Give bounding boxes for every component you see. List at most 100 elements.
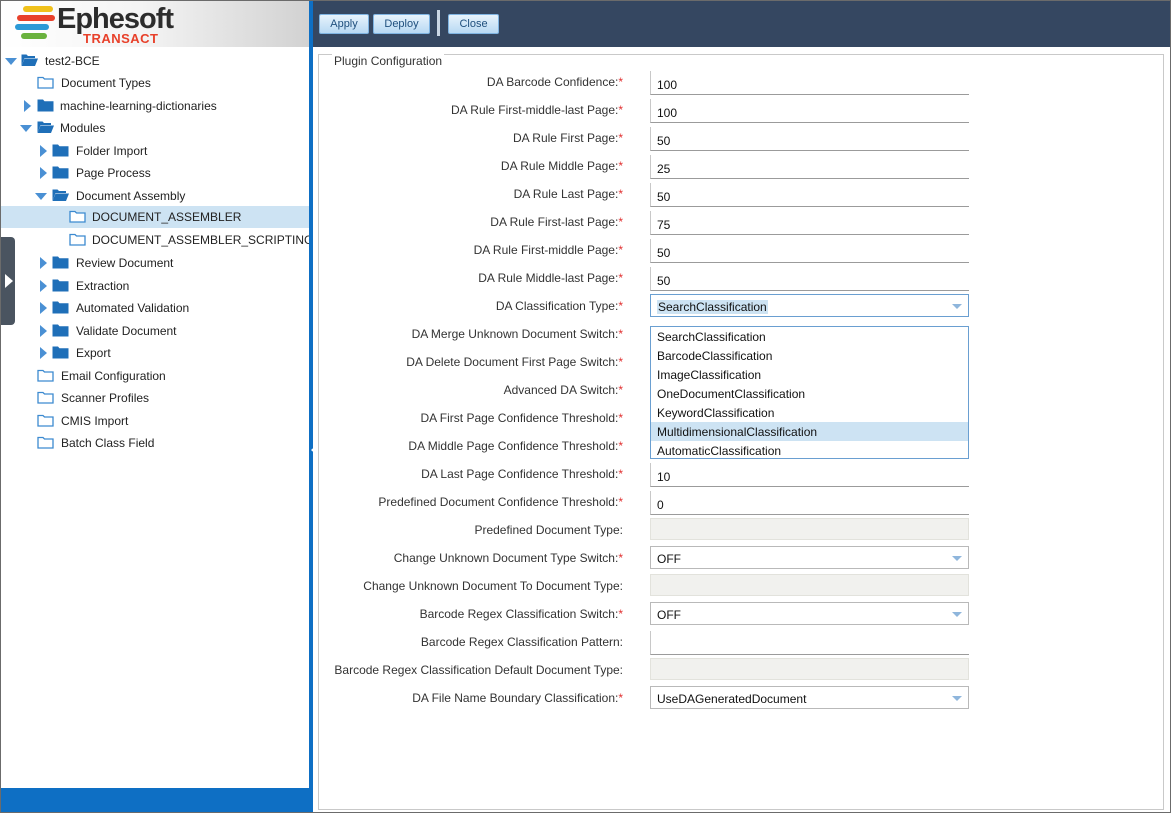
- config-text-field[interactable]: 50: [650, 239, 969, 263]
- tree-item[interactable]: DOCUMENT_ASSEMBLER_SCRIPTING_PLUGIN: [1, 229, 309, 251]
- config-text-field[interactable]: 25: [650, 155, 969, 179]
- classification-type-select[interactable]: SearchClassification: [650, 294, 969, 317]
- expand-right-icon[interactable]: [40, 302, 47, 314]
- expand-right-icon[interactable]: [24, 100, 31, 112]
- close-button[interactable]: Close: [448, 14, 499, 34]
- tree-item[interactable]: Page Process: [1, 162, 309, 184]
- tree-item[interactable]: CMIS Import: [1, 410, 309, 432]
- field-label-text: DA Middle Page Confidence Threshold:: [408, 439, 619, 453]
- dropdown-option[interactable]: AutomaticClassification: [651, 441, 968, 460]
- config-text-field[interactable]: [650, 631, 969, 655]
- tree-item[interactable]: Document Assembly: [1, 185, 309, 207]
- expand-right-icon[interactable]: [40, 280, 47, 292]
- tree-item[interactable]: Automated Validation: [1, 297, 309, 319]
- dropdown-option[interactable]: KeywordClassification: [651, 403, 968, 422]
- field-label: Predefined Document Confidence Threshold…: [378, 495, 623, 509]
- tree-item-label: machine-learning-dictionaries: [60, 99, 217, 113]
- select-value: UseDAGeneratedDocument: [657, 692, 807, 706]
- tree-item[interactable]: Email Configuration: [1, 365, 309, 387]
- tree-item-label: Extraction: [76, 279, 130, 293]
- field-label-text: DA Rule First-middle Page:: [473, 243, 619, 257]
- field-label: DA Rule First Page:*: [513, 131, 623, 145]
- dropdown-option[interactable]: MultidimensionalClassification: [651, 422, 968, 441]
- config-select[interactable]: UseDAGeneratedDocument: [650, 686, 969, 709]
- field-label-text: Barcode Regex Classification Default Doc…: [334, 663, 623, 677]
- application-window: Ephesoft TRANSACT test2-BCE Document Type…: [0, 0, 1171, 813]
- field-label-text: Predefined Document Confidence Threshold…: [378, 495, 619, 509]
- batch-class-tree: test2-BCE Document Types machine-learning-…: [1, 47, 309, 788]
- tree-item-label: test2-BCE: [45, 54, 100, 68]
- required-mark: *: [618, 411, 623, 425]
- expand-right-icon[interactable]: [40, 145, 47, 157]
- brand-product: TRANSACT: [83, 31, 159, 46]
- tree-item-label: Page Process: [76, 166, 151, 180]
- config-text-field[interactable]: 50: [650, 267, 969, 291]
- folder-open-icon: [21, 53, 38, 67]
- required-mark: *: [618, 383, 623, 397]
- dropdown-option[interactable]: OneDocumentClassification: [651, 384, 968, 403]
- tree-item-label: Export: [76, 346, 111, 360]
- config-text-field[interactable]: 100: [650, 71, 969, 95]
- tree-item[interactable]: machine-learning-dictionaries: [1, 95, 309, 117]
- tree-item[interactable]: Validate Document: [1, 320, 309, 342]
- expand-right-icon[interactable]: [40, 257, 47, 269]
- config-text-field[interactable]: 50: [650, 183, 969, 207]
- expand-right-icon[interactable]: [40, 167, 47, 179]
- expand-panel-tab[interactable]: [1, 237, 15, 325]
- config-select[interactable]: OFF: [650, 546, 969, 569]
- expand-right-icon[interactable]: [40, 347, 47, 359]
- config-text-field[interactable]: 10: [650, 463, 969, 487]
- folder-open-icon: [52, 188, 69, 202]
- config-text-field[interactable]: 100: [650, 99, 969, 123]
- field-label-text: DA Rule First-last Page:: [490, 215, 619, 229]
- field-label-text: DA Classification Type:: [495, 299, 619, 313]
- chevron-down-icon[interactable]: [952, 304, 962, 309]
- field-label-text: DA File Name Boundary Classification:: [412, 691, 619, 705]
- tree-item-label: Email Configuration: [61, 369, 166, 383]
- tree-item[interactable]: Scanner Profiles: [1, 387, 309, 409]
- field-label-text: DA Rule First-middle-last Page:: [450, 103, 619, 117]
- field-label-text: DA Last Page Confidence Threshold:: [421, 467, 619, 481]
- config-text-field[interactable]: 50: [650, 127, 969, 151]
- apply-button[interactable]: Apply: [319, 14, 369, 34]
- chevron-down-icon[interactable]: [952, 612, 962, 617]
- tree-item[interactable]: Modules: [1, 117, 309, 139]
- expand-right-icon[interactable]: [40, 325, 47, 337]
- config-text-field[interactable]: 75: [650, 211, 969, 235]
- tree-item[interactable]: Batch Class Field: [1, 432, 309, 454]
- tree-item[interactable]: Review Document: [1, 252, 309, 274]
- field-label: Barcode Regex Classification Switch:*: [420, 607, 623, 621]
- expand-down-icon[interactable]: [5, 58, 17, 65]
- tree-item[interactable]: test2-BCE: [1, 50, 309, 72]
- field-label: DA Barcode Confidence:*: [487, 75, 623, 89]
- folder-icon: [52, 300, 69, 314]
- tree-item-label: Validate Document: [76, 324, 177, 338]
- config-select[interactable]: OFF: [650, 602, 969, 625]
- expand-down-icon[interactable]: [20, 125, 32, 132]
- select-value: SearchClassification: [657, 300, 768, 314]
- deploy-button[interactable]: Deploy: [373, 14, 430, 34]
- tree-item[interactable]: Folder Import: [1, 140, 309, 162]
- tree-item-label: Automated Validation: [76, 301, 190, 315]
- chevron-down-icon[interactable]: [952, 556, 962, 561]
- tree-item-label: DOCUMENT_ASSEMBLER_SCRIPTING_PLUGIN: [92, 233, 309, 247]
- field-label: DA Rule Middle-last Page:*: [478, 271, 623, 285]
- dropdown-option[interactable]: SearchClassification: [651, 327, 968, 346]
- folder-icon: [37, 98, 54, 112]
- plugin-config-panel: Plugin Configuration DA Barcode Confiden…: [313, 47, 1170, 812]
- tree-item[interactable]: Export: [1, 342, 309, 364]
- dropdown-option[interactable]: ImageClassification: [651, 365, 968, 384]
- config-text-field[interactable]: 0: [650, 491, 969, 515]
- field-label-text: DA Rule Middle Page:: [500, 159, 619, 173]
- chevron-down-icon[interactable]: [952, 696, 962, 701]
- field-label: DA File Name Boundary Classification:*: [412, 691, 623, 705]
- tree-item-label: DOCUMENT_ASSEMBLER: [92, 210, 242, 224]
- required-mark: *: [618, 75, 623, 89]
- tree-item[interactable]: Extraction: [1, 275, 309, 297]
- field-label-text: Change Unknown Document To Document Type…: [363, 579, 623, 593]
- tree-item[interactable]: DOCUMENT_ASSEMBLER: [1, 206, 309, 228]
- dropdown-option[interactable]: BarcodeClassification: [651, 346, 968, 365]
- folder-icon: [52, 255, 69, 269]
- tree-item[interactable]: Document Types: [1, 72, 309, 94]
- expand-down-icon[interactable]: [35, 193, 47, 200]
